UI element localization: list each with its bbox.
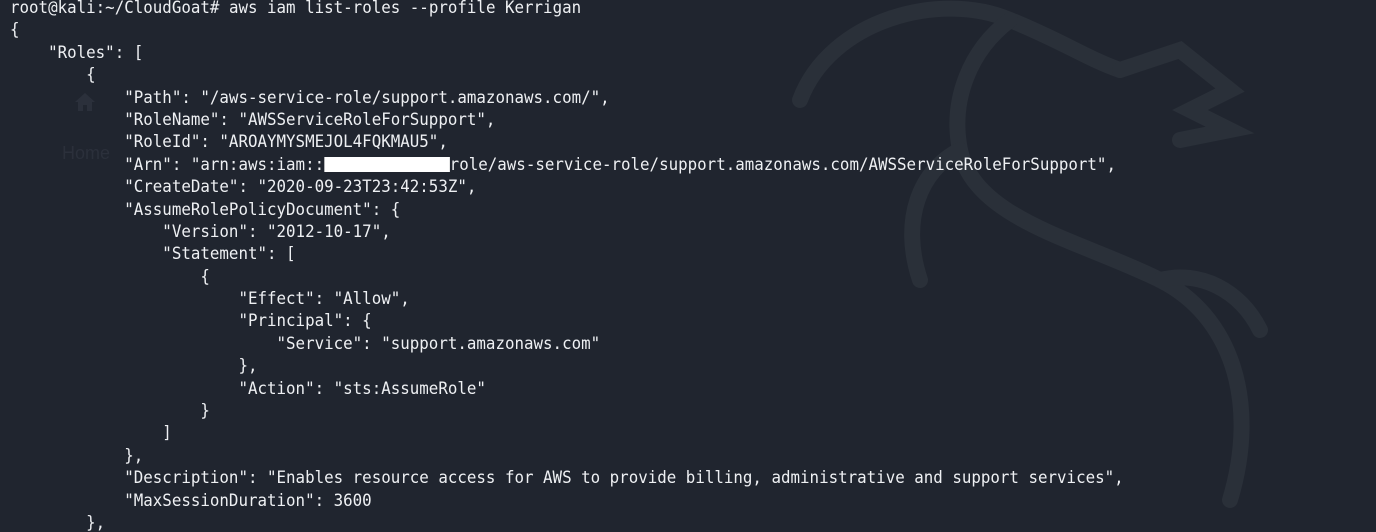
json-line: {: [10, 65, 96, 86]
json-line: "Principal": {: [10, 311, 372, 332]
terminal-window[interactable]: Home root@kali:~/CloudGoat# aws iam list…: [0, 0, 1376, 532]
json-line: {: [10, 266, 210, 287]
arn-line: "Arn": "arn:aws:iam:: role/aws-service-ro…: [10, 154, 1124, 176]
json-line: "Roles": [: [10, 42, 144, 63]
json-line: "Path": "/aws-service-role/support.amazo…: [10, 87, 610, 108]
arn-prefix: "Arn": "arn:aws:iam::: [10, 154, 325, 175]
json-line: ]: [10, 423, 172, 444]
json-line: },: [10, 356, 258, 377]
json-line: "RoleName": "AWSServiceRoleForSupport",: [10, 109, 496, 130]
json-line: {: [10, 20, 20, 41]
arn-suffix: role/aws-service-role/support.amazonaws.…: [449, 154, 1116, 175]
json-line: "Description": "Enables resource access …: [10, 468, 1124, 489]
redacted-account-id: [324, 156, 450, 172]
json-line: "Version": "2012-10-17",: [10, 221, 391, 242]
json-line: "RoleId": "AROAYMYSMEJOL4FQKMAU5",: [10, 132, 448, 153]
json-line: "MaxSessionDuration": 3600: [10, 490, 372, 511]
command-text: aws iam list-roles --profile Kerrigan: [228, 0, 582, 18]
json-line: },: [10, 445, 144, 466]
json-line: "Effect": "Allow",: [10, 289, 410, 310]
shell-prompt: root@kali:~/CloudGoat#: [10, 0, 220, 18]
terminal-output: root@kali:~/CloudGoat# aws iam list-role…: [10, 0, 1124, 532]
json-line: },: [10, 512, 106, 532]
json-line: "AssumeRolePolicyDocument": {: [10, 199, 401, 220]
json-line: "CreateDate": "2020-09-23T23:42:53Z",: [10, 177, 477, 198]
command-line: root@kali:~/CloudGoat# aws iam list-role…: [10, 0, 1124, 19]
json-line: "Service": "support.amazonaws.com": [10, 333, 601, 354]
json-line: "Statement": [: [10, 244, 296, 265]
json-line: }: [10, 401, 210, 422]
json-line: "Action": "sts:AssumeRole": [10, 378, 486, 399]
